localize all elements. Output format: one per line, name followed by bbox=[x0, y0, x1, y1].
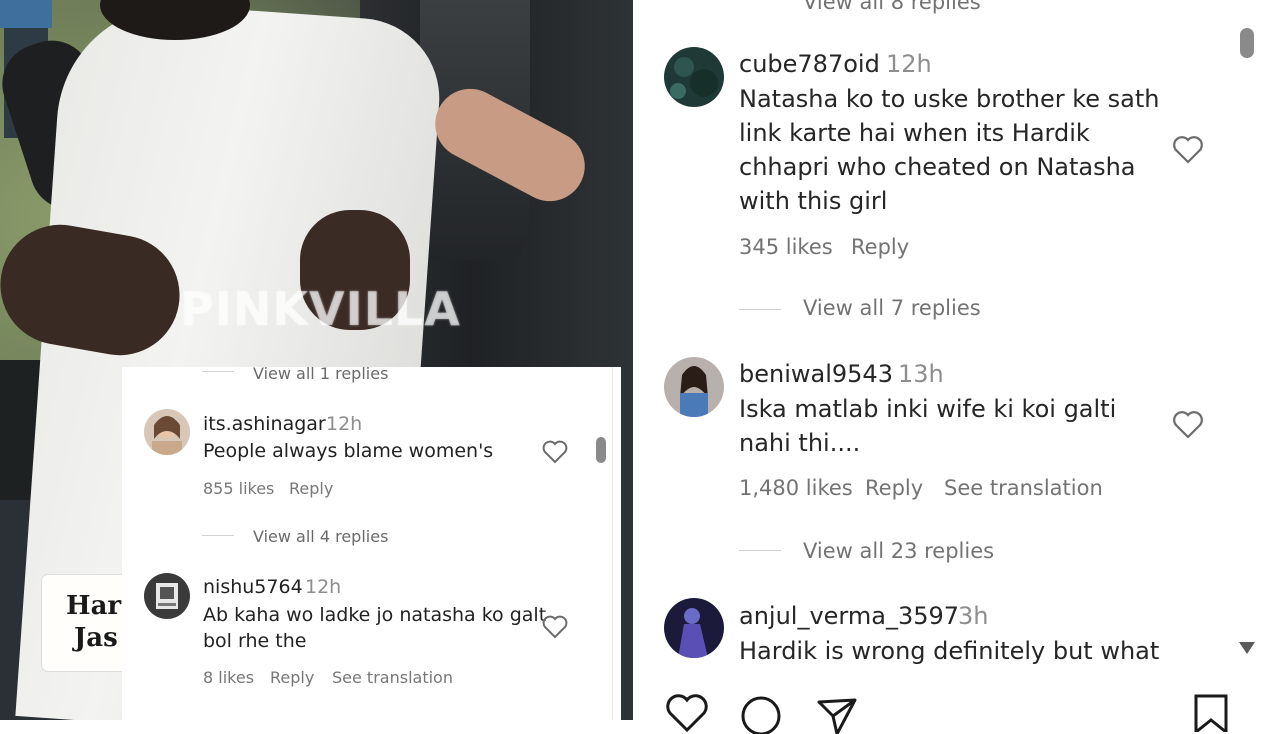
comment-likes[interactable]: 1,480 likes bbox=[739, 476, 853, 500]
comment-text: Natasha ko to uske brother ke sath link … bbox=[739, 85, 1160, 215]
view-replies-link[interactable]: View all 4 replies bbox=[253, 527, 388, 546]
comment-likes[interactable]: 855 likes bbox=[203, 479, 274, 498]
view-replies-link[interactable]: View all 23 replies bbox=[803, 539, 994, 563]
bookmark-icon[interactable] bbox=[1192, 692, 1230, 732]
video-watermark: PINKVILLA bbox=[180, 282, 461, 336]
comment-time: 3h bbox=[958, 602, 989, 630]
avatar[interactable] bbox=[144, 573, 190, 619]
comment-time: 12h bbox=[326, 413, 363, 435]
comment-text-line-2: bol rhe the bbox=[203, 630, 307, 652]
reply-button[interactable]: Reply bbox=[289, 479, 333, 498]
like-heart-icon[interactable] bbox=[542, 440, 568, 464]
see-translation-link[interactable]: See translation bbox=[332, 668, 453, 687]
comment-username[interactable]: nishu5764 bbox=[203, 576, 303, 598]
scrollbar-thumb[interactable] bbox=[1240, 28, 1254, 58]
see-translation-link[interactable]: See translation bbox=[944, 476, 1103, 500]
comment-username[interactable]: beniwal9543 bbox=[739, 360, 893, 388]
comment-text: People always blame women's bbox=[203, 440, 494, 462]
caption-line-2: Jas bbox=[74, 623, 118, 653]
reply-line bbox=[202, 535, 234, 536]
avatar[interactable] bbox=[144, 409, 190, 455]
reply-button[interactable]: Reply bbox=[270, 668, 314, 687]
comment-username[interactable]: its.ashinagar bbox=[203, 413, 326, 435]
comment-text-line-1: Ab kaha wo ladke jo natasha ko galt bbox=[203, 604, 547, 626]
comment-icon[interactable] bbox=[739, 694, 783, 734]
reply-line bbox=[202, 371, 234, 372]
comments-panel: View all 8 replies cube787oid 12h Natash… bbox=[633, 0, 1280, 734]
reply-button[interactable]: Reply bbox=[851, 235, 909, 259]
comment-text: Hardik is wrong definitely but what bbox=[739, 637, 1160, 664]
video-frame[interactable]: PINKVILLA Har Jas View all 1 replies its… bbox=[0, 0, 633, 720]
comment-username[interactable]: anjul_verma_3597 bbox=[739, 602, 959, 630]
view-replies-link[interactable]: View all 8 replies bbox=[803, 0, 981, 14]
comment-likes[interactable]: 8 likes bbox=[203, 668, 254, 687]
reply-line bbox=[739, 309, 781, 310]
caption-line-1: Har bbox=[66, 591, 122, 621]
like-heart-icon[interactable] bbox=[1172, 410, 1204, 440]
avatar[interactable] bbox=[664, 357, 724, 417]
action-bar bbox=[633, 690, 1280, 734]
share-icon[interactable] bbox=[815, 694, 859, 734]
reply-button[interactable]: Reply bbox=[865, 476, 923, 500]
inset-divider bbox=[612, 367, 613, 720]
view-replies-link[interactable]: View all 1 replies bbox=[253, 367, 388, 383]
scroll-down-arrow-icon[interactable] bbox=[1239, 642, 1255, 654]
heart-icon[interactable] bbox=[665, 694, 709, 734]
comment-time: 12h bbox=[305, 576, 342, 598]
reply-line bbox=[739, 550, 781, 551]
avatar[interactable] bbox=[664, 47, 724, 107]
comment-username[interactable]: cube787oid bbox=[739, 50, 880, 78]
comment-likes[interactable]: 345 likes bbox=[739, 235, 833, 259]
comment-time: 13h bbox=[898, 360, 944, 388]
comment-text: Iska matlab inki wife ki koi galti nahi … bbox=[739, 395, 1117, 457]
avatar[interactable] bbox=[664, 598, 724, 658]
inset-scrollbar-thumb[interactable] bbox=[596, 437, 606, 463]
person-shirt-blue bbox=[0, 0, 52, 28]
like-heart-icon[interactable] bbox=[542, 615, 568, 639]
comments-inset: View all 1 replies its.ashinagar 12h Peo… bbox=[122, 367, 621, 720]
like-heart-icon[interactable] bbox=[1172, 135, 1204, 165]
comment-time: 12h bbox=[886, 50, 932, 78]
view-replies-link[interactable]: View all 7 replies bbox=[803, 296, 981, 320]
